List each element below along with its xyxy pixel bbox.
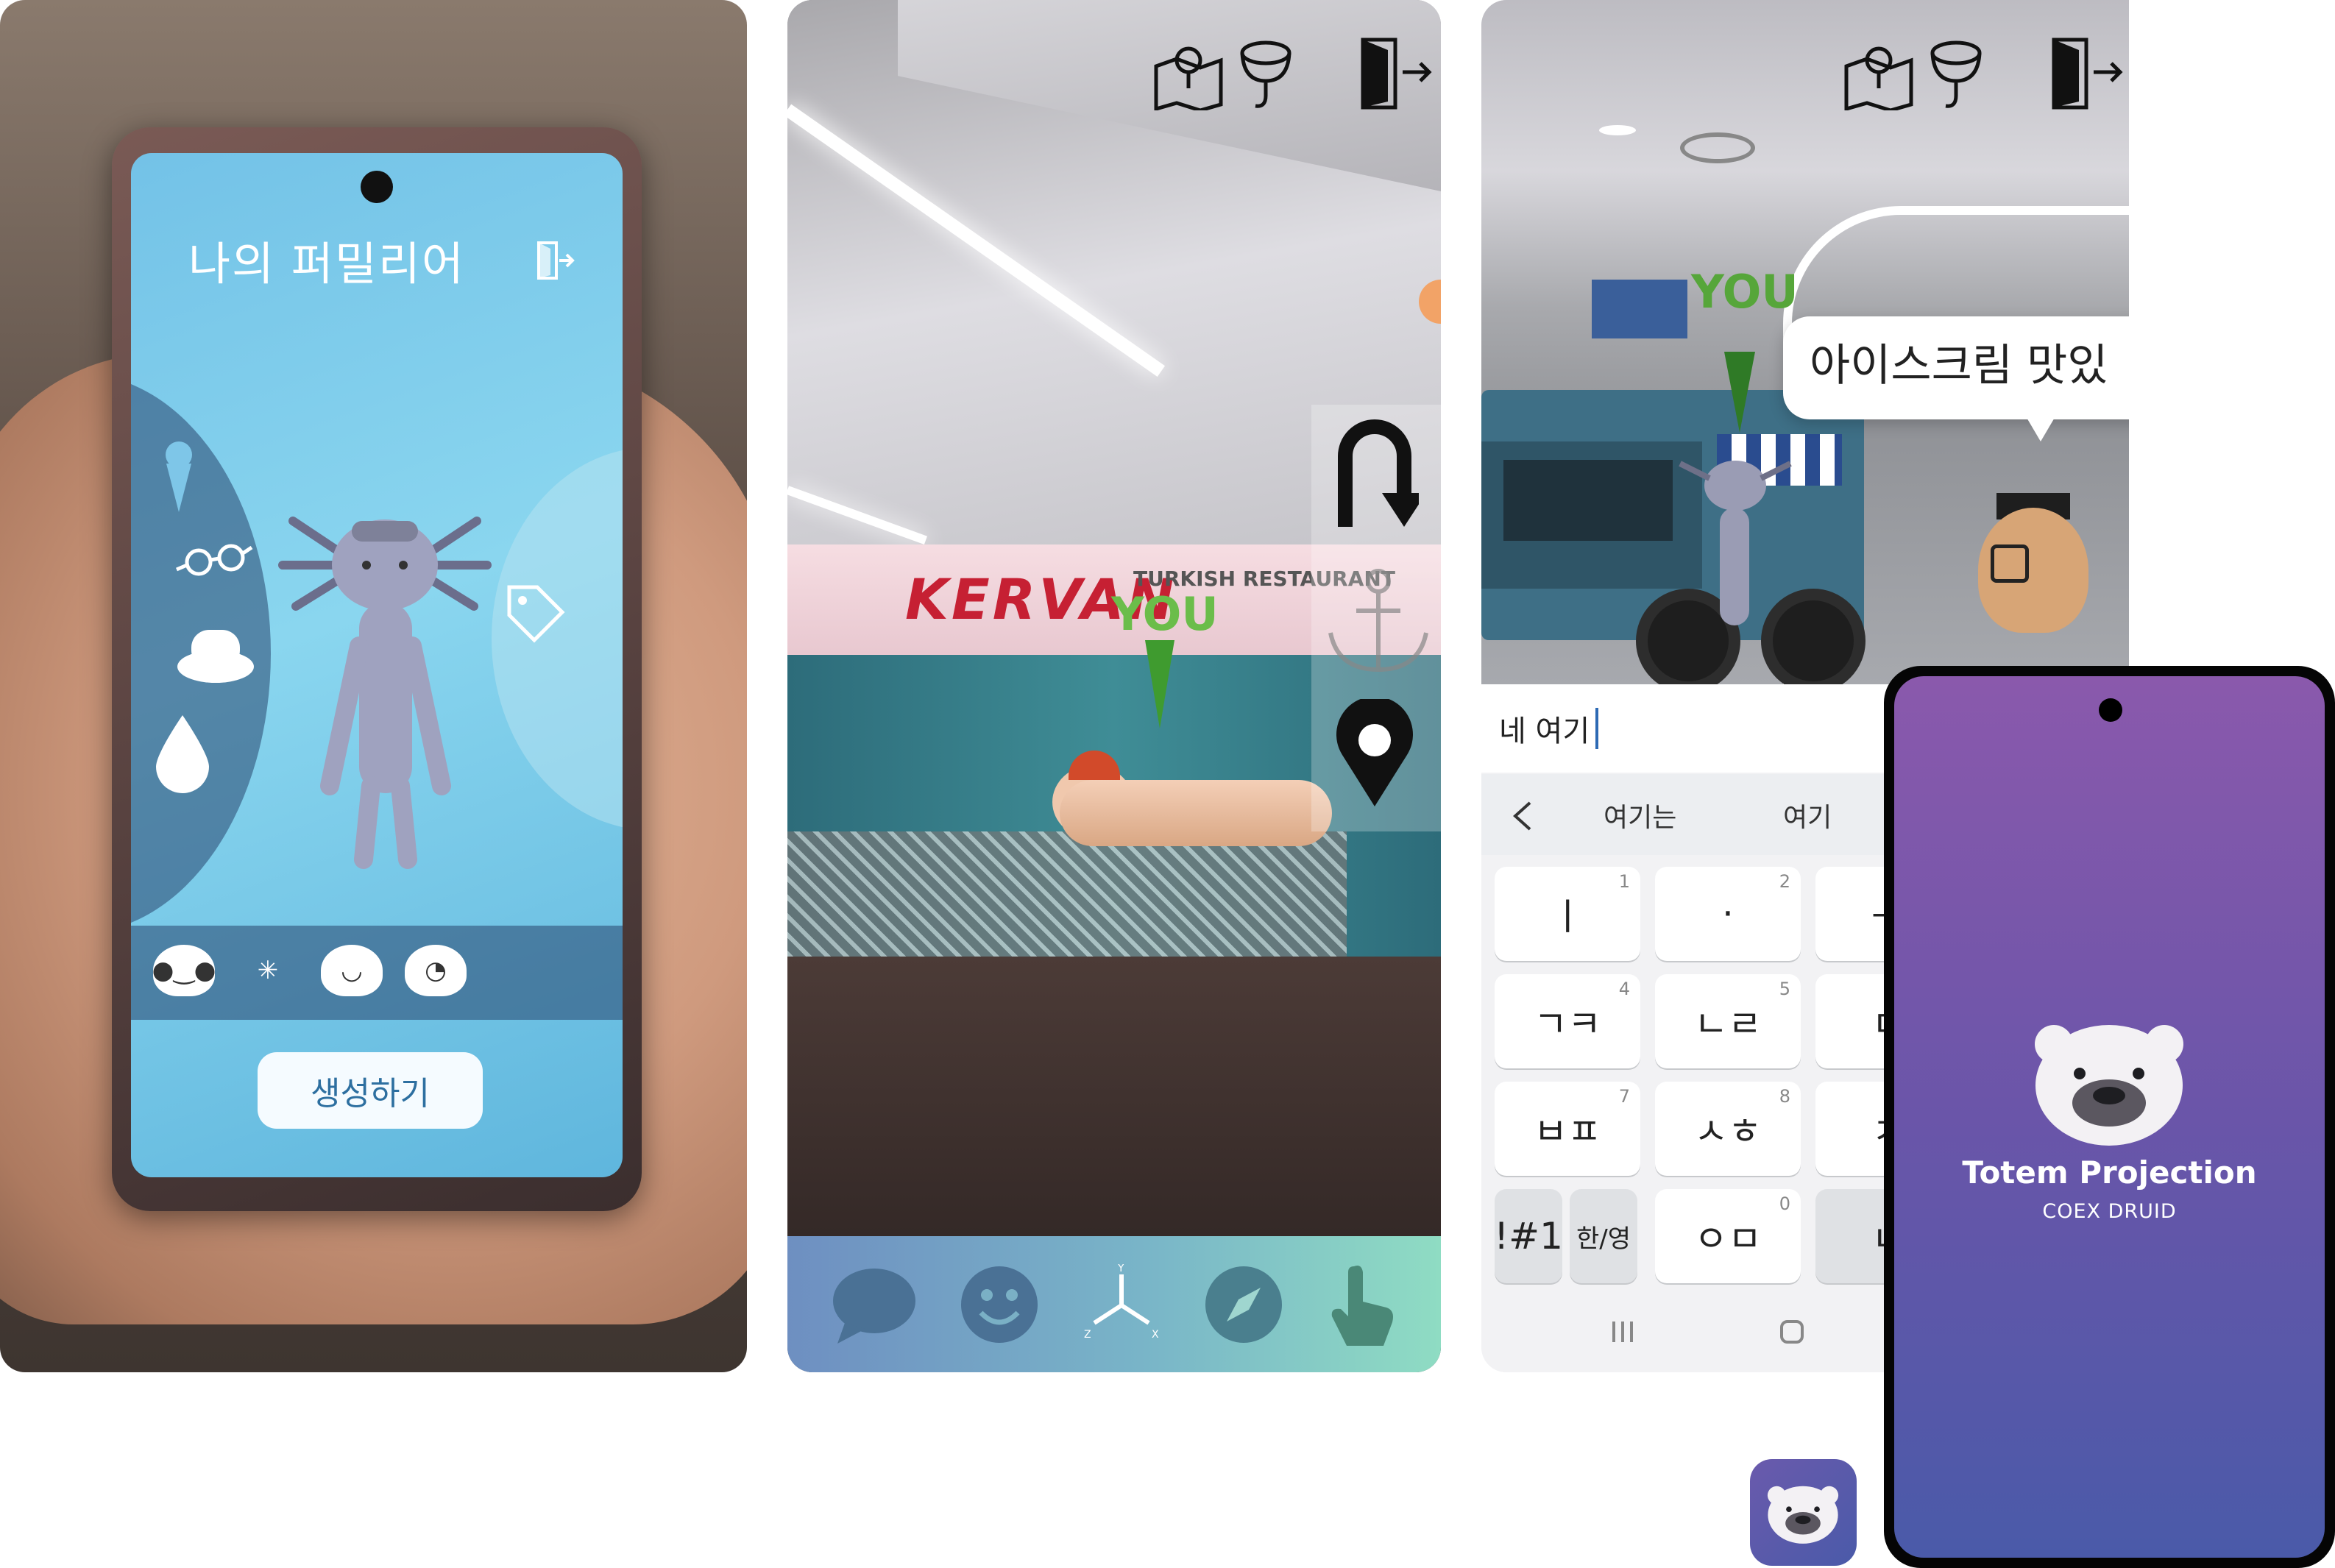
splash-screen: Totem Projection COEX DRUID (1894, 676, 2325, 1558)
you-arrow-icon (1145, 640, 1174, 728)
axis-label-z: Z (1084, 1329, 1091, 1341)
touch-icon[interactable] (1325, 1260, 1398, 1349)
location-pin-icon[interactable] (1331, 699, 1419, 809)
drop-icon[interactable] (153, 712, 212, 793)
familiar-photo-panel: 나의 퍼밀리어 ●‿● ✳ ◡ ◔ 생성하기 (0, 0, 747, 1372)
key-label: ㄴㄹ (1694, 1003, 1762, 1046)
recent-apps-icon[interactable] (1608, 1317, 1637, 1347)
symbols-key[interactable]: !#1 (1494, 1189, 1563, 1283)
key[interactable]: · 2 (1655, 867, 1801, 961)
suggestion-item[interactable]: 여기 (1783, 796, 1832, 834)
key[interactable]: ㅣ1 (1495, 867, 1640, 961)
ar-navigation-panel: KERVAN TURKISH RESTAURANT YOU Y Z X (787, 0, 1441, 1372)
you-arrow-icon (1724, 352, 1755, 433)
bear-face-option[interactable]: ●‿● (152, 945, 216, 996)
key-number: 4 (1618, 979, 1630, 999)
you-marker-label: YOU (1691, 265, 1799, 319)
emoji-icon[interactable] (959, 1264, 1040, 1345)
speech-bubble-text: 아이스크림 맛있 (1810, 340, 2108, 391)
axolotl-avatar (278, 517, 492, 869)
anchor-icon[interactable] (1323, 567, 1434, 677)
speech-bubble-tail (2026, 416, 2055, 441)
language-key[interactable]: 한/영 (1570, 1189, 1637, 1283)
key-label: 한/영 (1576, 1224, 1631, 1254)
key[interactable]: ㄱㅋ 4 (1495, 974, 1640, 1068)
key[interactable]: ㅇㅁ 0 (1655, 1189, 1801, 1283)
key-number: 7 (1618, 1086, 1630, 1107)
exit-icon[interactable] (534, 240, 575, 281)
ceiling-vent (1680, 132, 1755, 163)
map-icon[interactable] (1152, 37, 1225, 110)
hat-icon[interactable] (175, 615, 256, 689)
exit-icon[interactable] (1358, 37, 1432, 110)
glasses-icon[interactable] (174, 537, 255, 581)
truck-window (1503, 460, 1673, 541)
key[interactable]: ㅂㅍ 7 (1495, 1082, 1640, 1176)
face-options: ●‿● ✳ ◡ ◔ (152, 945, 467, 996)
page-title: 나의 퍼밀리어 (188, 237, 465, 291)
key-label: !#1 (1494, 1215, 1563, 1257)
chat-input-text[interactable]: 네 여기 (1499, 707, 1590, 750)
bottom-toolbar: Y Z X (787, 1236, 1441, 1372)
round-face-option[interactable]: ◡ (321, 945, 383, 996)
create-button[interactable]: 생성하기 (258, 1052, 483, 1129)
palco-sign (1592, 280, 1687, 338)
key-label: ㅅㅎ (1694, 1110, 1762, 1153)
key-number: 5 (1779, 979, 1790, 999)
camera-hole (361, 171, 393, 203)
search-icon[interactable] (1927, 37, 1985, 110)
axis-label-x: X (1152, 1329, 1159, 1341)
compass-icon[interactable] (1203, 1264, 1284, 1345)
splash-phone: Totem Projection COEX DRUID (1884, 666, 2335, 1568)
axis-label-y: Y (1117, 1264, 1124, 1274)
chevron-left-icon[interactable] (1511, 800, 1533, 832)
key-label: ㅇㅁ (1694, 1218, 1762, 1260)
axes-icon[interactable]: Y Z X (1081, 1264, 1162, 1345)
app-subtitle: COEX DRUID (2042, 1200, 2177, 1223)
key-label: ㅂㅍ (1534, 1110, 1601, 1153)
familiar-screen: 나의 퍼밀리어 ●‿● ✳ ◡ ◔ 생성하기 (131, 153, 623, 1177)
text-caret (1595, 708, 1599, 749)
map-icon[interactable] (1842, 37, 1916, 110)
key-label: ㄱㅋ (1534, 1003, 1601, 1046)
tag-icon[interactable] (502, 580, 568, 646)
camera-hole (2099, 698, 2122, 722)
you-marker-label: YOU (1111, 587, 1219, 641)
suggestion-item[interactable]: 여기는 (1604, 796, 1676, 834)
key-number: 1 (1618, 871, 1630, 892)
axolotl-face-option[interactable]: ✳ (237, 945, 299, 996)
search-icon[interactable] (1236, 37, 1295, 110)
axolotl-avatar (1679, 461, 1792, 625)
otter-avatar (1060, 780, 1332, 846)
key-number: 2 (1779, 871, 1790, 892)
octopus-glasses (1991, 544, 2029, 583)
key-label: · (1722, 893, 1734, 935)
ghost-face-option[interactable]: ◔ (405, 945, 467, 996)
key-number: 0 (1779, 1193, 1790, 1214)
ceiling-lamp (1599, 125, 1636, 135)
chat-icon[interactable] (830, 1264, 918, 1345)
key[interactable]: ㄴㄹ 5 (1655, 974, 1801, 1068)
home-icon[interactable] (1777, 1317, 1807, 1347)
app-icon[interactable] (1750, 1459, 1857, 1566)
key-number: 8 (1779, 1086, 1790, 1107)
exit-icon[interactable] (2049, 37, 2123, 110)
key-label: ㅣ (1551, 895, 1584, 938)
ice-cream-icon[interactable] (160, 439, 197, 519)
key[interactable]: ㅅㅎ 8 (1655, 1082, 1801, 1176)
floor (787, 957, 1441, 1236)
bear-logo-icon (1767, 1486, 1839, 1544)
bear-logo-icon (2035, 1025, 2183, 1146)
lattice-screen (787, 831, 1347, 957)
u-turn-icon[interactable] (1331, 419, 1419, 530)
app-name: Totem Projection (1962, 1154, 2257, 1191)
